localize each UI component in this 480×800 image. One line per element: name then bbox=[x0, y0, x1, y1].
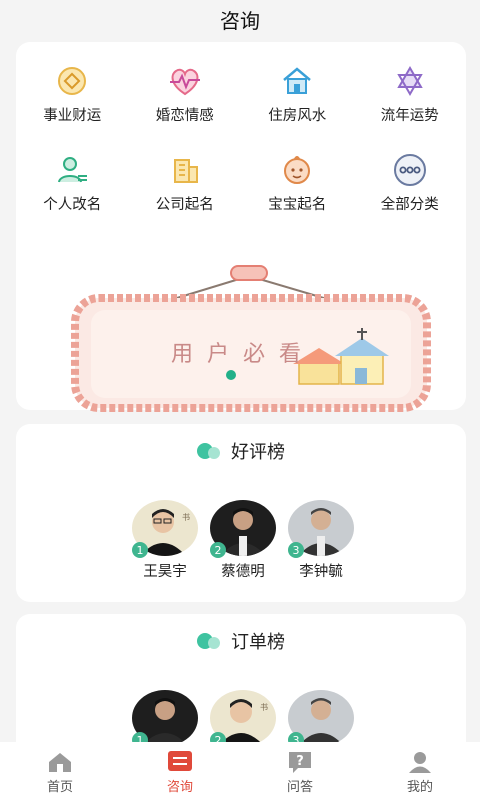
avatar: 1 bbox=[132, 690, 198, 748]
category-yearly-fortune[interactable]: 流年运势 bbox=[354, 62, 467, 125]
category-career-wealth[interactable]: 事业财运 bbox=[16, 62, 129, 125]
category-label: 事业财运 bbox=[43, 108, 102, 124]
heart-pulse-icon bbox=[165, 62, 205, 100]
avatar: 书 2 bbox=[210, 690, 276, 748]
category-company-naming[interactable]: 公司起名 bbox=[129, 151, 242, 214]
avatar: 书 1 bbox=[132, 500, 198, 558]
notice-banner[interactable]: 用户必看 bbox=[71, 264, 431, 416]
category-label: 宝宝起名 bbox=[268, 197, 327, 213]
chat-bubbles-icon bbox=[197, 633, 221, 649]
chat-bubbles-icon bbox=[197, 443, 221, 459]
category-label: 流年运势 bbox=[380, 108, 439, 124]
tab-home[interactable]: 首页 bbox=[0, 742, 120, 800]
tab-label: 咨询 bbox=[166, 780, 193, 795]
question-icon: ? bbox=[289, 752, 311, 773]
svg-text:书: 书 bbox=[182, 512, 190, 522]
svg-text:?: ? bbox=[296, 754, 304, 769]
ranked-master[interactable]: 书 2 bbox=[210, 690, 276, 748]
tab-label: 问答 bbox=[286, 780, 313, 795]
category-love[interactable]: 婚恋情感 bbox=[129, 62, 242, 125]
master-name: 王昊宇 bbox=[143, 564, 187, 580]
category-grid: 事业财运 婚恋情感 住房风水 流年运势 个人改名 公司起名 宝宝起名 全部分类 bbox=[16, 62, 466, 214]
rank-badge: 1 bbox=[132, 542, 148, 558]
home-icon bbox=[49, 753, 71, 772]
rank-good-title: 好评榜 bbox=[231, 442, 285, 463]
category-all[interactable]: 全部分类 bbox=[354, 151, 467, 214]
category-label: 全部分类 bbox=[380, 197, 439, 213]
rank-order-title: 订单榜 bbox=[231, 632, 285, 653]
banner-text: 用户必看 bbox=[171, 342, 316, 367]
rank-good-card: 好评榜 书 1 王昊宇 2 蔡德明 3 李钟毓 bbox=[16, 424, 466, 602]
rank-order-list: 1 书 2 3 bbox=[16, 690, 466, 748]
building-icon bbox=[165, 151, 205, 189]
svg-text:书: 书 bbox=[260, 702, 268, 712]
tab-qa[interactable]: ? 问答 bbox=[240, 742, 360, 800]
bottom-tab-bar: 首页 咨询 ? 问答 我的 bbox=[0, 742, 480, 800]
tab-consult[interactable]: 咨询 bbox=[120, 742, 240, 800]
tab-label: 我的 bbox=[406, 780, 433, 795]
master-name: 李钟毓 bbox=[299, 564, 343, 580]
page-title: 咨询 bbox=[220, 8, 260, 33]
tab-label: 首页 bbox=[46, 780, 73, 795]
coin-icon bbox=[52, 62, 92, 100]
more-dots-icon bbox=[390, 151, 430, 189]
house-icon bbox=[277, 62, 317, 100]
category-housing[interactable]: 住房风水 bbox=[241, 62, 354, 125]
rank-badge: 3 bbox=[288, 542, 304, 558]
category-label: 婚恋情感 bbox=[155, 108, 214, 124]
category-card: 事业财运 婚恋情感 住房风水 流年运势 个人改名 公司起名 宝宝起名 全部分类 … bbox=[16, 42, 466, 412]
category-label: 住房风水 bbox=[268, 108, 327, 124]
category-label: 公司起名 bbox=[155, 197, 214, 213]
rank-badge: 2 bbox=[210, 542, 226, 558]
user-icon bbox=[409, 752, 431, 773]
ranked-master[interactable]: 3 bbox=[288, 690, 354, 748]
chat-list-icon bbox=[168, 751, 192, 771]
avatar: 2 bbox=[210, 500, 276, 558]
star-of-david-icon bbox=[390, 62, 430, 100]
ranked-master[interactable]: 1 bbox=[132, 690, 198, 748]
category-baby-naming[interactable]: 宝宝起名 bbox=[241, 151, 354, 214]
rank-order-header: 订单榜 bbox=[16, 628, 466, 654]
carousel-indicator-dot[interactable] bbox=[226, 370, 236, 380]
rank-good-list: 书 1 王昊宇 2 蔡德明 3 李钟毓 bbox=[16, 500, 466, 581]
ranked-master[interactable]: 2 蔡德明 bbox=[210, 500, 276, 581]
page-header: 咨询 bbox=[0, 0, 480, 38]
master-name: 蔡德明 bbox=[221, 564, 265, 580]
category-rename-person[interactable]: 个人改名 bbox=[16, 151, 129, 214]
ranked-master[interactable]: 3 李钟毓 bbox=[288, 500, 354, 581]
baby-face-icon bbox=[277, 151, 317, 189]
avatar: 3 bbox=[288, 500, 354, 558]
avatar: 3 bbox=[288, 690, 354, 748]
person-edit-icon bbox=[52, 151, 92, 189]
rank-good-header: 好评榜 bbox=[16, 438, 466, 464]
tab-mine[interactable]: 我的 bbox=[360, 742, 480, 800]
ranked-master[interactable]: 书 1 王昊宇 bbox=[132, 500, 198, 581]
category-label: 个人改名 bbox=[43, 197, 102, 213]
